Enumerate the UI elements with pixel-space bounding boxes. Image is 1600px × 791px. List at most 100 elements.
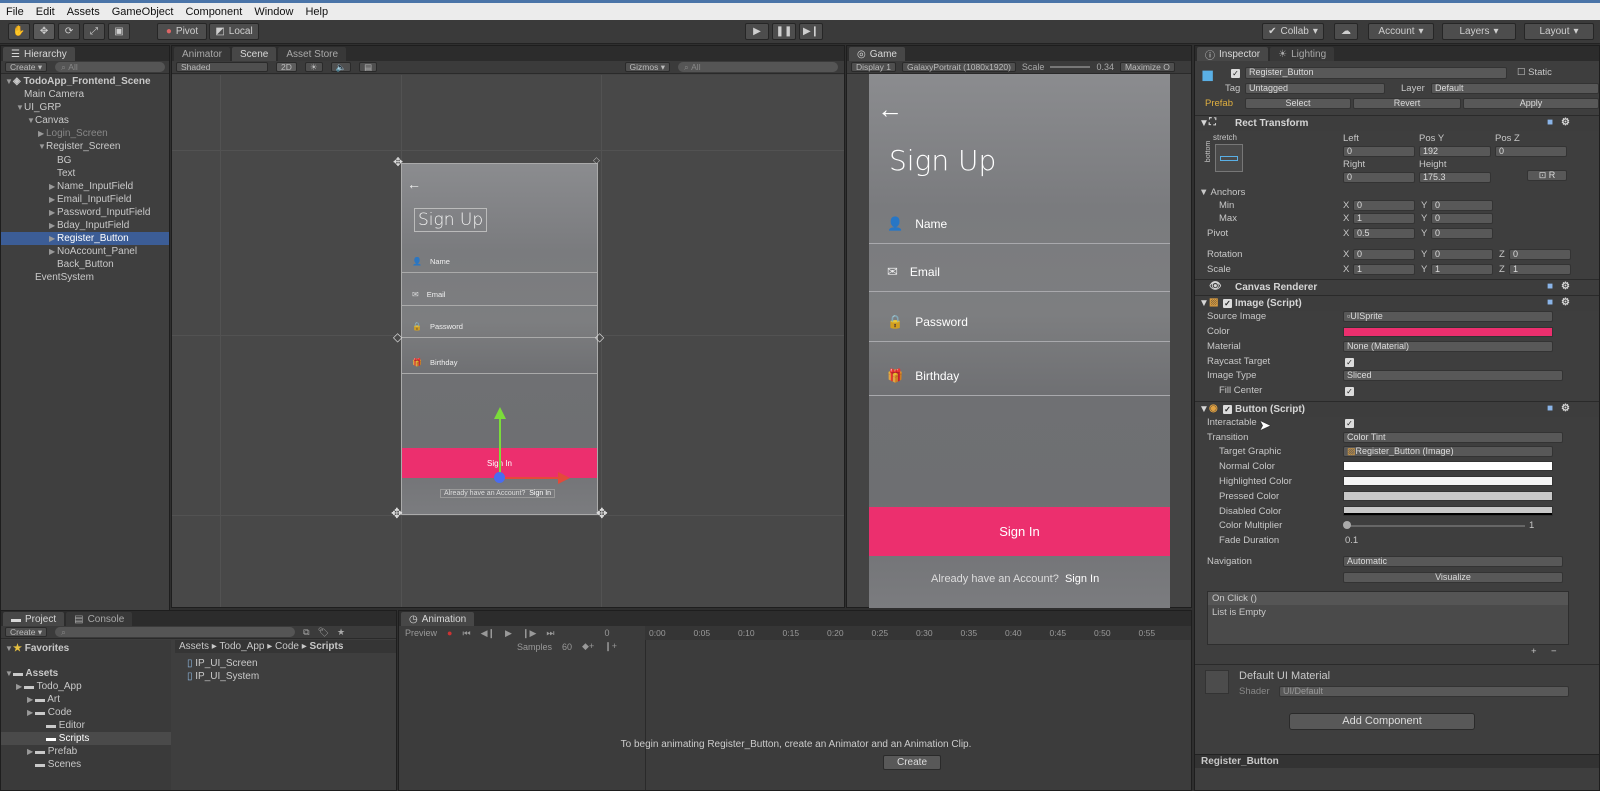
menu-item[interactable]: Component <box>185 6 242 18</box>
source-image-field[interactable]: ▫UISprite <box>1343 311 1553 322</box>
cloud-button[interactable]: ☁ <box>1334 23 1358 40</box>
disabled-color-swatch[interactable] <box>1343 506 1553 516</box>
left-field[interactable]: 0 <box>1343 146 1415 157</box>
assets-root-item[interactable]: ▼▬ Assets <box>1 667 171 680</box>
preview-bar[interactable]: Register_Button <box>1195 754 1599 768</box>
arrow-right-icon[interactable]: ▶ <box>27 693 35 706</box>
rect-handle-icon[interactable]: ✥ <box>391 505 403 522</box>
rotation-z[interactable]: 0 <box>1509 249 1571 260</box>
gear-icon[interactable]: ⚙ <box>1561 403 1570 414</box>
tab-lighting[interactable]: ☀ Lighting <box>1270 47 1335 61</box>
layer-dropdown[interactable]: Default <box>1431 83 1599 94</box>
menu-item[interactable]: File <box>6 6 24 18</box>
pivot-toggle[interactable]: ● Pivot <box>157 23 207 40</box>
tab-game[interactable]: ◎ Game <box>849 47 905 61</box>
menu-item[interactable]: GameObject <box>112 6 174 18</box>
material-field[interactable]: None (Material) <box>1343 341 1553 352</box>
gear-icon[interactable]: ⚙ <box>1561 117 1570 128</box>
scale-y[interactable]: 1 <box>1431 264 1493 275</box>
project-folder-item[interactable]: ▶ ▬ Art <box>1 693 171 706</box>
project-folder-item[interactable]: ▶ ▬ Todo_App <box>1 680 171 693</box>
collab-dropdown[interactable]: ✔ Collab ▾ <box>1262 23 1324 40</box>
gizmo-y-axis[interactable] <box>499 419 501 474</box>
record-icon[interactable]: ● <box>447 628 452 638</box>
prefab-apply-button[interactable]: Apply <box>1463 98 1599 109</box>
target-graphic-field[interactable]: ▨Register_Button (Image) <box>1343 446 1553 457</box>
shader-dropdown[interactable]: UI/Default <box>1279 686 1569 697</box>
prev-frame-icon[interactable]: ◀❙ <box>481 628 495 639</box>
add-event-icon[interactable]: + <box>1531 646 1537 657</box>
arrow-right-icon[interactable]: ▶ <box>49 232 57 245</box>
blueprint-raw-button[interactable]: ⊡ R <box>1527 170 1567 181</box>
move-tool-icon[interactable]: ✥ <box>33 23 55 40</box>
first-frame-icon[interactable]: ⏮ <box>462 628 470 639</box>
rotate-tool-icon[interactable]: ⟳ <box>58 23 80 40</box>
prefab-revert-button[interactable]: Revert <box>1353 98 1461 109</box>
tab-scene[interactable]: Scene <box>232 47 277 61</box>
layout-dropdown[interactable]: Layout ▾ <box>1524 23 1594 40</box>
hierarchy-item[interactable]: EventSystem <box>1 271 169 284</box>
lighting-toggle-icon[interactable]: ☀ <box>304 62 323 72</box>
slider-thumb[interactable] <box>1343 521 1351 529</box>
anchor-min-y[interactable]: 0 <box>1431 200 1493 211</box>
hierarchy-item[interactable]: Main Camera <box>1 88 169 101</box>
arrow-right-icon[interactable]: ▶ <box>49 180 57 193</box>
hierarchy-item[interactable]: BG <box>1 154 169 167</box>
anchors-foldout[interactable]: ▼ Anchors <box>1199 187 1245 198</box>
arrow-right-icon[interactable]: ▶ <box>27 706 35 719</box>
pause-button[interactable]: ❚❚ <box>772 23 796 40</box>
tab-hierarchy[interactable]: ☰ Hierarchy <box>3 47 75 61</box>
maximize-toggle[interactable]: Maximize O <box>1119 62 1175 72</box>
gear-icon[interactable]: ⚙ <box>1561 281 1570 292</box>
filter-label-icon[interactable]: 🏷 <box>318 627 329 638</box>
resolution-dropdown[interactable]: GalaxyPortrait (1080x1920) <box>901 62 1016 72</box>
timeline-ruler[interactable]: 0:00 0:05 0:10 0:15 0:20 0:25 0:30 0:35 0:40 0:45… <box>645 626 1191 640</box>
tab-animation[interactable]: ◷ Animation <box>401 612 475 626</box>
gear-icon[interactable]: ⚙ <box>1561 297 1570 308</box>
color-swatch[interactable] <box>1343 327 1553 337</box>
pivot-x[interactable]: 0.5 <box>1353 228 1415 239</box>
image-header[interactable]: ▼ ▨ ✓ Image (Script) ■ ⚙ <box>1195 295 1599 311</box>
hierarchy-item[interactable]: ▼UI_GRP <box>1 101 169 114</box>
posy-field[interactable]: 192 <box>1419 146 1491 157</box>
anchor-min-x[interactable]: 0 <box>1353 200 1415 211</box>
rect-handle-icon[interactable]: ◇ <box>593 155 600 166</box>
hierarchy-item[interactable]: ▼Canvas <box>1 114 169 127</box>
game-input-field[interactable]: 🎁 Birthday <box>869 356 1170 396</box>
hierarchy-item[interactable]: ▶ Password_InputField <box>1 206 169 219</box>
add-component-button[interactable]: Add Component <box>1289 713 1475 730</box>
game-input-field[interactable]: ✉ Email <box>869 252 1170 292</box>
preview-toggle[interactable]: Preview <box>405 628 437 638</box>
arrow-right-icon[interactable]: ▶ <box>16 680 24 693</box>
hierarchy-create-button[interactable]: Create ▾ <box>5 62 48 72</box>
help-icon[interactable]: ■ <box>1547 403 1553 414</box>
breadcrumb-item[interactable]: Assets <box>179 641 209 652</box>
arrow-down-icon[interactable]: ▼ <box>38 140 46 153</box>
rect-transform-header[interactable]: ▼ ⛶ Rect Transform ■ ⚙ <box>1195 115 1599 131</box>
hierarchy-item[interactable]: Back_Button <box>1 258 169 271</box>
filter-type-icon[interactable]: ⧉ <box>303 627 309 638</box>
hierarchy-item[interactable]: ▶ Name_InputField <box>1 180 169 193</box>
button-enabled-checkbox[interactable]: ✓ <box>1223 404 1232 415</box>
project-folder-item[interactable]: ▬ Scripts <box>1 732 171 745</box>
tab-project[interactable]: ▬ Project <box>3 612 65 626</box>
menu-item[interactable]: Help <box>305 6 328 18</box>
favorites-item[interactable]: ▼★ Favorites <box>1 642 171 655</box>
game-signin-button[interactable]: Sign In <box>869 507 1170 556</box>
rect-tool-icon[interactable]: ▣ <box>108 23 130 40</box>
fill-center-checkbox[interactable]: ✓ <box>1345 385 1354 397</box>
gizmo-center-icon[interactable] <box>494 472 505 483</box>
frame-field[interactable]: 0 <box>605 628 610 638</box>
scale-tool-icon[interactable]: ⤢ <box>83 23 105 40</box>
game-view[interactable]: ← Sign Up 👤 Name ✉ Email 🔒 Password 🎁 Birthday … <box>869 74 1170 608</box>
hierarchy-item[interactable]: ▶ Register_Button <box>1 232 169 246</box>
normal-color-swatch[interactable] <box>1343 461 1553 471</box>
local-toggle[interactable]: ◩ Local <box>209 23 259 40</box>
gizmo-x-axis[interactable] <box>500 477 560 479</box>
posz-field[interactable]: 0 <box>1495 146 1567 157</box>
anchor-max-x[interactable]: 1 <box>1353 213 1415 224</box>
gizmo-y-arrow-icon[interactable] <box>494 407 506 419</box>
breadcrumb-item[interactable]: Code <box>275 641 299 652</box>
favorite-star-icon[interactable]: ★ <box>337 627 345 638</box>
game-back-arrow-icon[interactable]: ← <box>877 94 903 125</box>
